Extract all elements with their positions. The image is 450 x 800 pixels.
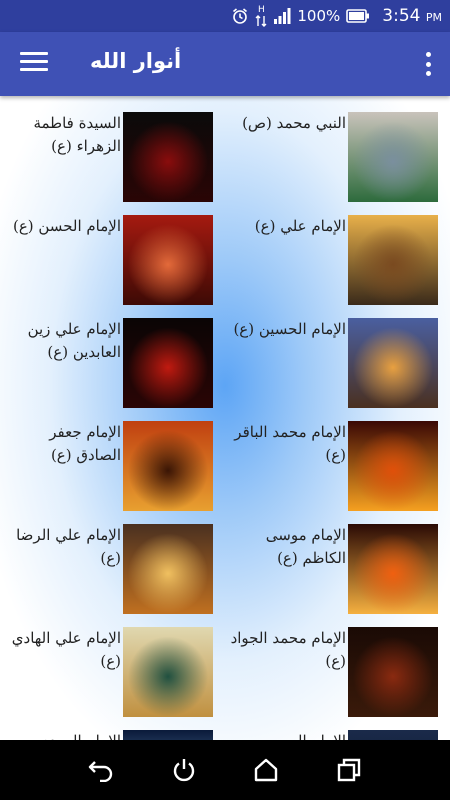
overflow-menu-icon[interactable] — [424, 52, 432, 76]
clock-ampm: PM — [425, 11, 442, 24]
imam-name: الإمام علي الرضا (ع) — [16, 526, 121, 567]
golden-shrine-image — [348, 215, 438, 305]
imam-name: الإمام علي زين العابدين (ع) — [27, 320, 121, 361]
status-bar: H 100% 3:54 PM — [0, 0, 450, 32]
battery-icon — [346, 9, 370, 23]
app-bar: أنوار الله — [0, 32, 450, 96]
imam-card[interactable]: الإمام الحسين (ع) — [225, 302, 450, 408]
imam-card[interactable]: الإمام موسى الكاظم (ع) — [225, 508, 450, 614]
data-arrows-icon: H — [255, 4, 267, 27]
imam-card[interactable]: الإمام جعفر الصادق (ع) — [0, 405, 225, 511]
fiery-sky-image — [348, 421, 438, 511]
dark-sky-image — [348, 730, 438, 740]
imam-card[interactable]: الإمام علي (ع) — [225, 199, 450, 305]
imam-card[interactable]: الإمام علي زين العابدين (ع) — [0, 302, 225, 408]
clock: 3:54 PM — [382, 6, 442, 26]
orange-sky-calligraphy-image — [123, 421, 213, 511]
calligraphy-red-background-image — [123, 215, 213, 305]
imam-name: الإمام الحسين (ع) — [233, 320, 346, 338]
imam-name: السيدة فاطمة الزهراء (ع) — [33, 114, 121, 155]
signal-icon — [273, 8, 291, 24]
imams-grid-scroll[interactable]: النبي محمد (ص) السيدة فاطمة الزهراء (ع) ال… — [0, 96, 450, 740]
system-nav-bar — [0, 740, 450, 800]
hamburger-menu-icon[interactable] — [20, 52, 48, 76]
imam-name: الإمام محمد الجواد (ع) — [230, 629, 346, 670]
back-icon[interactable] — [86, 755, 116, 785]
imam-card[interactable]: السيدة فاطمة الزهراء (ع) — [0, 96, 225, 202]
imam-card[interactable]: الإمام محمد الباقر (ع) — [225, 405, 450, 511]
shrine-at-dusk-image — [348, 318, 438, 408]
app-title: أنوار الله — [90, 49, 182, 73]
imam-name: الإمام موسى الكاظم (ع) — [265, 526, 346, 567]
imam-name: الإمام جعفر الصادق (ع) — [49, 423, 121, 464]
imam-card[interactable]: الإمام الحسن — [225, 714, 450, 740]
clock-time: 3:54 — [382, 6, 421, 26]
home-icon[interactable] — [251, 755, 281, 785]
imam-card[interactable]: الإمام محمد الجواد (ع) — [225, 611, 450, 717]
imam-name: الإمام علي (ع) — [254, 217, 346, 235]
network-type-label: H — [258, 4, 265, 15]
imam-card[interactable]: النبي محمد (ص) — [225, 96, 450, 202]
recents-icon[interactable] — [334, 755, 364, 785]
imam-name: الإمام الحسن (ع) — [12, 217, 121, 235]
imam-card[interactable]: الإمام الحسن (ع) — [0, 199, 225, 305]
shrine-sunrays-image — [123, 524, 213, 614]
blue-light-image — [123, 730, 213, 740]
dark-red-calligraphy-image — [123, 318, 213, 408]
alarm-icon — [231, 7, 249, 25]
imam-name: الإمام علي الهادي (ع) — [11, 629, 121, 670]
imam-name: الإمام الحسن — [225, 730, 346, 740]
imam-card[interactable]: الإمام علي الرضا (ع) — [0, 508, 225, 614]
imam-name: الإمام المهدي — [0, 730, 121, 740]
imam-card[interactable]: الإمام المهدي — [0, 714, 225, 740]
shrine-frame-image — [123, 627, 213, 717]
imam-name: النبي محمد (ص) — [242, 114, 346, 132]
power-icon[interactable] — [169, 755, 199, 785]
dark-calligraphy-candle-image — [348, 627, 438, 717]
imam-card[interactable]: الإمام علي الهادي (ع) — [0, 611, 225, 717]
mosque-green-dome-image — [348, 112, 438, 202]
red-calligraphy-image — [123, 112, 213, 202]
mosque-sunset-image — [348, 524, 438, 614]
imam-name: الإمام محمد الباقر (ع) — [234, 423, 346, 464]
battery-percent: 100% — [297, 7, 341, 25]
